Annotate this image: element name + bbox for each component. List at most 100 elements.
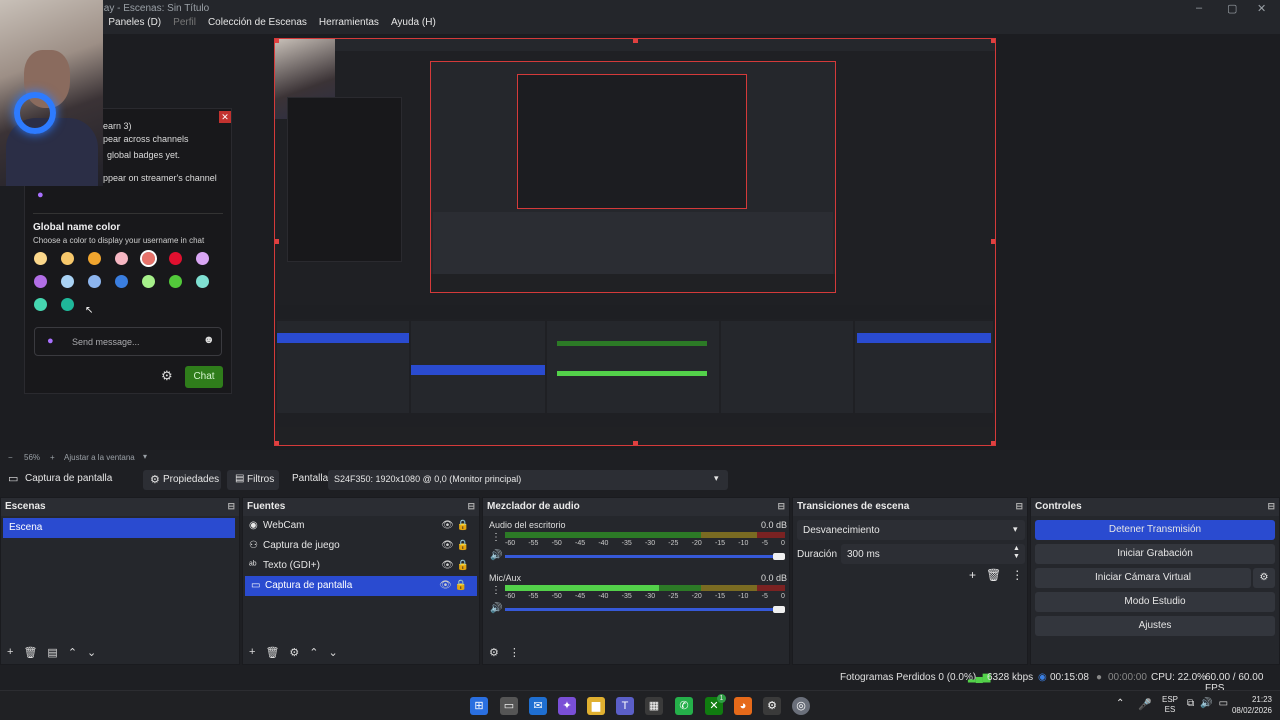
quick-settings[interactable]: ⧉ 🔊 ▭	[1187, 698, 1228, 709]
gear-icon[interactable]: ⚙	[289, 646, 299, 660]
eye-lock-icons[interactable]: 👁 🔒	[441, 540, 469, 551]
zoom-fit-label[interactable]: Ajustar a la ventana	[64, 453, 135, 462]
start-recording-button[interactable]: Iniciar Grabación	[1035, 544, 1275, 564]
color-swatch[interactable]	[142, 275, 155, 288]
add-icon[interactable]: +	[7, 646, 13, 660]
mixer-menu-icon[interactable]: ⋮	[509, 646, 520, 660]
color-swatch[interactable]	[169, 252, 182, 265]
virtual-camera-settings-icon[interactable]: ⚙	[1253, 568, 1275, 588]
screen-capture-preview[interactable]	[274, 38, 996, 446]
color-swatch[interactable]	[61, 275, 74, 288]
advanced-audio-icon[interactable]: ⚙	[489, 646, 499, 660]
channel-menu-icon[interactable]: ⋮	[491, 532, 501, 543]
copilot-icon[interactable]: ✦	[558, 697, 576, 715]
tray-chevron-icon[interactable]: ⌃	[1116, 698, 1124, 709]
color-swatch[interactable]	[88, 252, 101, 265]
task-view-icon[interactable]: ▭	[500, 697, 518, 715]
steam-icon[interactable]: ⚙	[763, 697, 781, 715]
color-swatch[interactable]	[196, 275, 209, 288]
emoji-icon[interactable]: ☻	[203, 334, 215, 346]
add-icon[interactable]: +	[969, 568, 976, 582]
file-explorer-icon[interactable]: ▆	[587, 697, 605, 715]
windows-start-icon[interactable]: ⊞	[470, 697, 488, 715]
eye-lock-icons[interactable]: 👁 🔒	[441, 520, 469, 531]
zoom-dropdown-icon[interactable]: ▾	[143, 452, 147, 461]
color-swatch[interactable]	[196, 252, 209, 265]
down-icon[interactable]: ⌄	[87, 646, 96, 660]
color-swatch[interactable]	[88, 275, 101, 288]
language-indicator[interactable]: ESP ES	[1162, 695, 1178, 715]
outlook-icon[interactable]: ✉	[529, 697, 547, 715]
transition-select[interactable]: Desvanecimiento ▾	[797, 520, 1025, 540]
volume-slider-handle[interactable]	[773, 553, 785, 560]
filter-icon[interactable]: ▤	[47, 646, 57, 660]
filters-button[interactable]: ▤ Filtros	[227, 470, 279, 490]
settings-button[interactable]: Ajustes	[1035, 616, 1275, 636]
color-swatch[interactable]	[61, 252, 74, 265]
trash-icon[interactable]: 🗑	[986, 568, 1001, 582]
menu-item-help[interactable]: Ayuda (H)	[391, 17, 436, 28]
color-swatch[interactable]	[115, 275, 128, 288]
zoom-out-icon[interactable]: −	[8, 453, 13, 462]
source-item[interactable]: ⚇ Captura de juego 👁 🔒	[243, 536, 479, 556]
color-swatch[interactable]	[34, 275, 47, 288]
close-icon[interactable]: ✕	[1257, 2, 1266, 15]
virtual-camera-button[interactable]: Iniciar Cámara Virtual	[1035, 568, 1251, 588]
scene-item[interactable]: Escena	[3, 518, 235, 538]
menu-item-scene-collection[interactable]: Colección de Escenas	[208, 17, 307, 28]
up-icon[interactable]: ⌃	[309, 646, 318, 660]
up-icon[interactable]: ⌃	[68, 646, 77, 660]
dock-menu-icon[interactable]: ⊟	[1015, 501, 1023, 512]
studio-mode-button[interactable]: Modo Estudio	[1035, 592, 1275, 612]
add-icon[interactable]: +	[249, 646, 255, 660]
firefox-icon[interactable]: ◕	[734, 697, 752, 715]
clock[interactable]: 21:23 08/02/2026	[1226, 694, 1272, 716]
eye-lock-icons[interactable]: 👁 🔒	[439, 580, 467, 591]
speaker-icon[interactable]: 🔊	[490, 603, 502, 614]
source-item[interactable]: ◉ WebCam 👁 🔒	[243, 516, 479, 536]
zoom-in-icon[interactable]: +	[50, 453, 55, 462]
stepper-icon[interactable]: ▲ ▼	[1013, 545, 1020, 561]
chat-settings-gear-icon[interactable]: ⚙	[161, 368, 173, 384]
store-icon[interactable]: ▦	[645, 697, 663, 715]
obs-icon[interactable]: ◎	[792, 697, 810, 715]
volume-slider[interactable]	[505, 555, 781, 558]
dock-menu-icon[interactable]: ⊟	[227, 501, 235, 512]
speaker-icon[interactable]: 🔊	[490, 550, 502, 561]
color-swatch[interactable]	[140, 250, 157, 267]
channel-menu-icon[interactable]: ⋮	[491, 585, 501, 596]
properties-button[interactable]: ⚙ Propiedades	[143, 470, 221, 490]
duration-input[interactable]: 300 ms ▲ ▼	[841, 544, 1025, 564]
mic-icon[interactable]: 🎤	[1138, 698, 1152, 711]
volume-slider-handle[interactable]	[773, 606, 785, 613]
dock-menu-icon[interactable]: ⊟	[1267, 501, 1275, 512]
chat-message-input[interactable]: ● Send message... ☻	[34, 327, 222, 356]
dock-menu-icon[interactable]: ⊟	[467, 501, 475, 512]
minimize-icon[interactable]: –	[1196, 2, 1202, 14]
menu-item-tools[interactable]: Herramientas	[319, 17, 379, 28]
chat-send-button[interactable]: Chat	[185, 366, 223, 388]
color-swatch[interactable]	[61, 298, 74, 311]
stop-stream-button[interactable]: Detener Transmisión	[1035, 520, 1275, 540]
dock-menu-icon[interactable]: ⊟	[777, 501, 785, 512]
color-swatch[interactable]	[34, 298, 47, 311]
display-select[interactable]: S24F350: 1920x1080 @ 0,0 (Monitor princi…	[328, 470, 728, 490]
source-item-selected[interactable]: ▭ Captura de pantalla 👁 🔒	[245, 576, 477, 596]
down-icon[interactable]: ⌄	[329, 646, 338, 660]
menu-item-panels[interactable]: Paneles (D)	[108, 17, 161, 28]
menu-icon[interactable]: ⋮	[1011, 568, 1023, 582]
menu-item-profile[interactable]: Perfil	[173, 17, 196, 28]
color-swatch[interactable]	[169, 275, 182, 288]
color-swatch[interactable]	[115, 252, 128, 265]
source-item[interactable]: ᵃᵇ Texto (GDI+) 👁 🔒	[243, 556, 479, 576]
chat-close-icon[interactable]: ✕	[219, 111, 231, 123]
source-label: WebCam	[263, 520, 305, 531]
color-swatch[interactable]	[34, 252, 47, 265]
volume-slider[interactable]	[505, 608, 781, 611]
maximize-icon[interactable]: ▢	[1227, 2, 1237, 15]
trash-icon[interactable]: 🗑	[23, 646, 37, 660]
eye-lock-icons[interactable]: 👁 🔒	[441, 560, 469, 571]
trash-icon[interactable]: 🗑	[265, 646, 279, 660]
whatsapp-icon[interactable]: ✆	[675, 697, 693, 715]
teams-icon[interactable]: T	[616, 697, 634, 715]
